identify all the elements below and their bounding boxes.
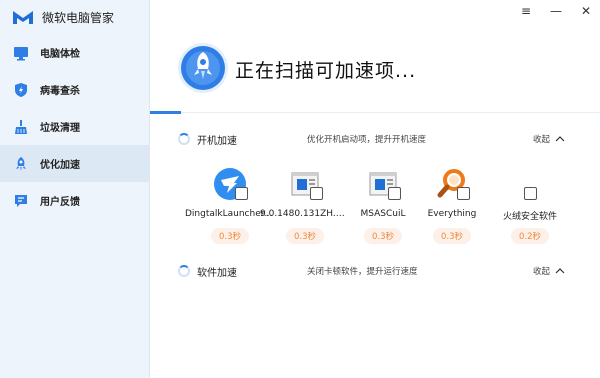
sidebar-item-checkup[interactable]: 电脑体检 xyxy=(0,34,149,71)
sidebar-item-feedback[interactable]: 用户反馈 xyxy=(0,182,149,219)
section-description: 关闭卡顿软件，提升运行速度 xyxy=(307,267,418,277)
sidebar-item-virus[interactable]: 病毒查杀 xyxy=(0,71,149,108)
item-time-badge: 0.2秒 xyxy=(510,228,550,244)
loading-spinner-icon xyxy=(178,133,190,145)
startup-item: DingtalkLauncher.exe 0.3秒 xyxy=(185,165,275,245)
startup-item: Everything 0.3秒 xyxy=(413,165,491,245)
chevron-up-icon xyxy=(555,268,565,274)
sidebar-item-optimize[interactable]: 优化加速 xyxy=(0,145,149,182)
startup-item: 火绒安全软件 0.2秒 xyxy=(491,165,569,245)
startup-items-list: DingtalkLauncher.exe 0.3秒 9.0.1480.131ZH… xyxy=(150,165,600,245)
section-software-header: 软件加速 关闭卡顿软件，提升运行速度 收起 xyxy=(150,260,600,282)
shield-bolt-icon xyxy=(12,81,30,99)
app-title: 微软电脑管家 xyxy=(42,10,115,25)
item-checkbox[interactable] xyxy=(388,187,401,200)
collapse-label: 收起 xyxy=(533,135,551,145)
section-title: 开机加速 xyxy=(197,135,237,147)
item-time-badge: 0.3秒 xyxy=(210,228,250,244)
startup-item: 9.0.1480.131ZH.exe 0.3秒 xyxy=(260,165,350,245)
scan-progress-bar xyxy=(150,111,181,114)
rocket-scan-icon xyxy=(178,43,228,93)
monitor-icon xyxy=(12,44,30,62)
item-name: 9.0.1480.131ZH.exe xyxy=(260,209,350,219)
collapse-label: 收起 xyxy=(533,267,551,277)
rocket-icon xyxy=(12,155,30,173)
sidebar-item-label: 优化加速 xyxy=(40,160,80,171)
section-startup-header: 开机加速 优化开机启动项，提升开机速度 收起 xyxy=(150,128,600,150)
sidebar-item-cleanup[interactable]: 垃圾清理 xyxy=(0,108,149,145)
sidebar-item-label: 电脑体检 xyxy=(40,49,80,60)
item-time-badge: 0.3秒 xyxy=(432,228,472,244)
scan-header: 正在扫描可加速项... xyxy=(150,0,600,114)
sidebar-item-label: 用户反馈 xyxy=(40,197,80,208)
item-checkbox[interactable] xyxy=(235,187,248,200)
sidebar-item-label: 病毒查杀 xyxy=(40,86,80,97)
app-brand: 微软电脑管家 xyxy=(0,0,149,34)
item-checkbox[interactable] xyxy=(457,187,470,200)
broom-icon xyxy=(12,118,30,136)
item-name: Everything xyxy=(427,209,477,219)
item-checkbox[interactable] xyxy=(310,187,323,200)
item-time-badge: 0.3秒 xyxy=(285,228,325,244)
item-name: 火绒安全软件 xyxy=(502,212,557,222)
startup-item: MSASCuiL 0.3秒 xyxy=(344,165,422,245)
sidebar: 微软电脑管家 电脑体检 病毒查杀 垃圾清理 优化加速 用户反馈 xyxy=(0,0,150,378)
item-checkbox[interactable] xyxy=(524,187,537,200)
scan-status-title: 正在扫描可加速项... xyxy=(235,60,417,82)
collapse-button[interactable]: 收起 xyxy=(533,133,565,145)
section-description: 优化开机启动项，提升开机速度 xyxy=(307,135,427,145)
feedback-icon xyxy=(12,192,30,210)
sidebar-item-label: 垃圾清理 xyxy=(40,123,80,134)
chevron-up-icon xyxy=(555,136,565,142)
loading-spinner-icon xyxy=(178,265,190,277)
app-logo-icon xyxy=(13,11,33,24)
item-time-badge: 0.3秒 xyxy=(363,228,403,244)
collapse-button[interactable]: 收起 xyxy=(533,265,565,277)
section-title: 软件加速 xyxy=(197,267,237,279)
sidebar-nav: 电脑体检 病毒查杀 垃圾清理 优化加速 用户反馈 xyxy=(0,34,149,219)
